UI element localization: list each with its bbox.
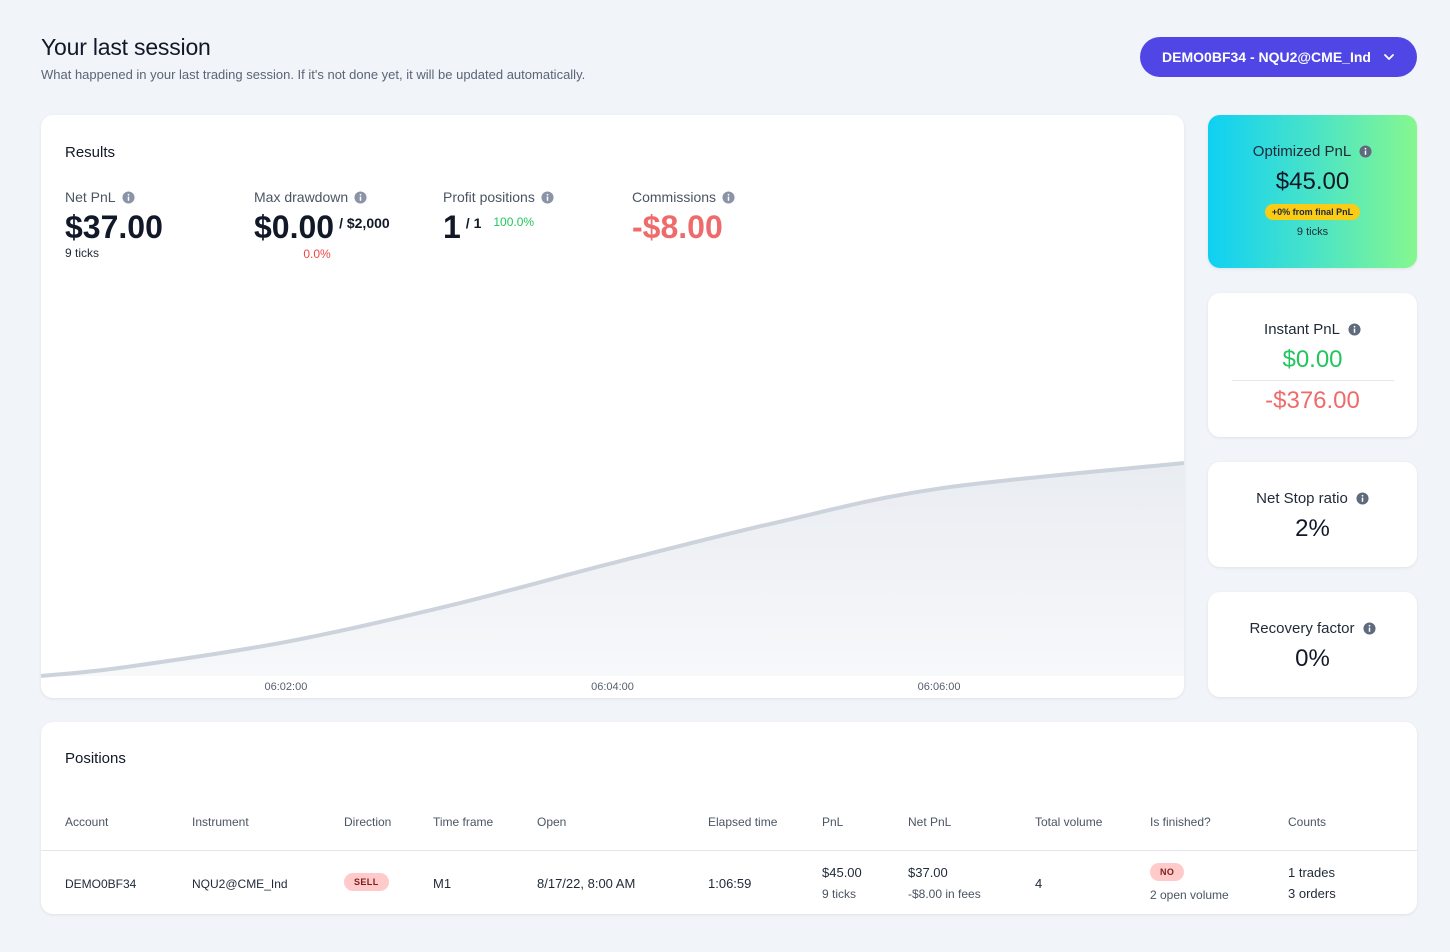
column-header-finished[interactable]: Is finished?: [1150, 815, 1211, 829]
direction-badge: SELL: [344, 873, 389, 891]
profit-positions-pct: 100.0%: [493, 215, 535, 229]
optimized-pnl-ticks: 9 ticks: [1296, 226, 1329, 238]
max-drawdown-limit: / $2,000: [339, 215, 390, 231]
net-stop-ratio-value: 2%: [1295, 515, 1330, 542]
page-title: Your last session: [41, 34, 211, 60]
info-icon[interactable]: [354, 190, 367, 204]
column-header-instrument[interactable]: Instrument: [192, 815, 249, 829]
account-select-label: DEMO0BF34 - NQU2@CME_Ind: [1162, 49, 1371, 65]
recovery-factor-card: Recovery factor 0%: [1208, 592, 1417, 697]
column-header-elapsed[interactable]: Elapsed time: [708, 815, 777, 829]
cell-net-pnl-fees: -$8.00 in fees: [908, 887, 981, 901]
cell-volume: 4: [1035, 876, 1043, 891]
instant-pnl-positive: $0.00: [1282, 346, 1343, 373]
info-icon[interactable]: [541, 190, 554, 204]
instant-pnl-label: Instant PnL: [1264, 321, 1340, 338]
chevron-down-icon: [1384, 54, 1394, 60]
max-drawdown-value: $0.00: [254, 209, 335, 245]
net-pnl-label: Net PnL: [65, 189, 116, 205]
finished-badge: NO: [1150, 863, 1185, 881]
net-pnl-metric: Net PnL $37.00 9 ticks: [65, 189, 163, 260]
cell-open-volume: 2 open volume: [1150, 888, 1229, 902]
column-header-net-pnl[interactable]: Net PnL: [908, 815, 951, 829]
account-select-button[interactable]: DEMO0BF34 - NQU2@CME_Ind: [1140, 37, 1417, 77]
profit-positions-label: Profit positions: [443, 189, 535, 205]
column-header-pnl[interactable]: PnL: [822, 815, 843, 829]
cell-open: 8/17/22, 8:00 AM: [537, 876, 636, 891]
net-pnl-ticks: 9 ticks: [65, 246, 100, 260]
cell-orders: 3 orders: [1288, 886, 1336, 901]
profit-positions-metric: Profit positions 1 / 1 100.0%: [443, 189, 554, 243]
column-header-open[interactable]: Open: [537, 815, 566, 829]
max-drawdown-pct: 0.0%: [303, 247, 331, 261]
x-tick-label: 06:06:00: [918, 681, 961, 693]
max-drawdown-metric: Max drawdown $0.00 / $2,000 0.0%: [254, 189, 390, 261]
cell-timeframe: M1: [433, 876, 452, 891]
chart-x-axis: 06:02:00 06:04:00 06:06:00: [265, 681, 961, 693]
info-icon[interactable]: [1348, 323, 1361, 336]
info-icon[interactable]: [1359, 145, 1372, 158]
cell-trades: 1 trades: [1288, 865, 1335, 880]
instant-pnl-card: Instant PnL $0.00 -$376.00: [1208, 293, 1417, 437]
column-header-direction[interactable]: Direction: [344, 815, 391, 829]
net-pnl-value: $37.00: [65, 209, 163, 245]
instant-pnl-negative: -$376.00: [1265, 387, 1360, 414]
cell-account: DEMO0BF34: [65, 877, 137, 891]
column-header-timeframe[interactable]: Time frame: [433, 815, 493, 829]
chart-area: [41, 463, 1184, 676]
profit-positions-value: 1: [443, 209, 461, 245]
column-header-account[interactable]: Account: [65, 815, 108, 829]
optimized-pnl-label: Optimized PnL: [1252, 143, 1352, 160]
cell-pnl: $45.00: [822, 865, 862, 880]
positions-title: Positions: [65, 750, 126, 767]
commissions-label: Commissions: [632, 189, 717, 205]
optimized-pnl-value: $45.00: [1275, 168, 1350, 195]
table-divider: [41, 850, 1417, 851]
results-title: Results: [65, 144, 116, 161]
column-header-volume[interactable]: Total volume: [1035, 815, 1102, 829]
pnl-chart: 06:02:00 06:04:00 06:06:00: [41, 461, 1184, 693]
x-tick-label: 06:04:00: [591, 681, 634, 693]
optimized-pnl-badge: +0% from final PnL: [1264, 204, 1361, 220]
cell-pnl-ticks: 9 ticks: [822, 887, 857, 901]
column-header-counts[interactable]: Counts: [1288, 815, 1326, 829]
page-subtitle: What happened in your last trading sessi…: [41, 67, 586, 82]
optimized-pnl-card: Optimized PnL $45.00 +0% from final PnL …: [1208, 115, 1417, 268]
commissions-value: -$8.00: [632, 209, 723, 245]
commissions-metric: Commissions -$8.00: [632, 189, 735, 243]
positions-card: Positions Account Instrument Direction T…: [41, 722, 1417, 914]
info-icon[interactable]: [1356, 492, 1369, 505]
divider: [1231, 380, 1394, 381]
net-stop-ratio-card: Net Stop ratio 2%: [1208, 462, 1417, 567]
net-stop-ratio-label: Net Stop ratio: [1256, 490, 1348, 507]
x-tick-label: 06:02:00: [265, 681, 308, 693]
recovery-factor-label: Recovery factor: [1249, 620, 1355, 637]
max-drawdown-label: Max drawdown: [254, 189, 349, 205]
info-icon[interactable]: [1362, 622, 1376, 635]
recovery-factor-value: 0%: [1295, 645, 1330, 672]
cell-elapsed: 1:06:59: [708, 876, 752, 891]
info-icon[interactable]: [122, 190, 135, 204]
results-card: 06:02:00 06:04:00 06:06:00 Results Net PnL…: [41, 115, 1184, 698]
cell-net-pnl: $37.00: [908, 865, 948, 880]
info-icon[interactable]: [722, 190, 735, 204]
page-header: Your last session What happened in your …: [41, 34, 585, 82]
cell-instrument: NQU2@CME_Ind: [192, 877, 288, 891]
profit-positions-total: / 1: [465, 215, 482, 231]
